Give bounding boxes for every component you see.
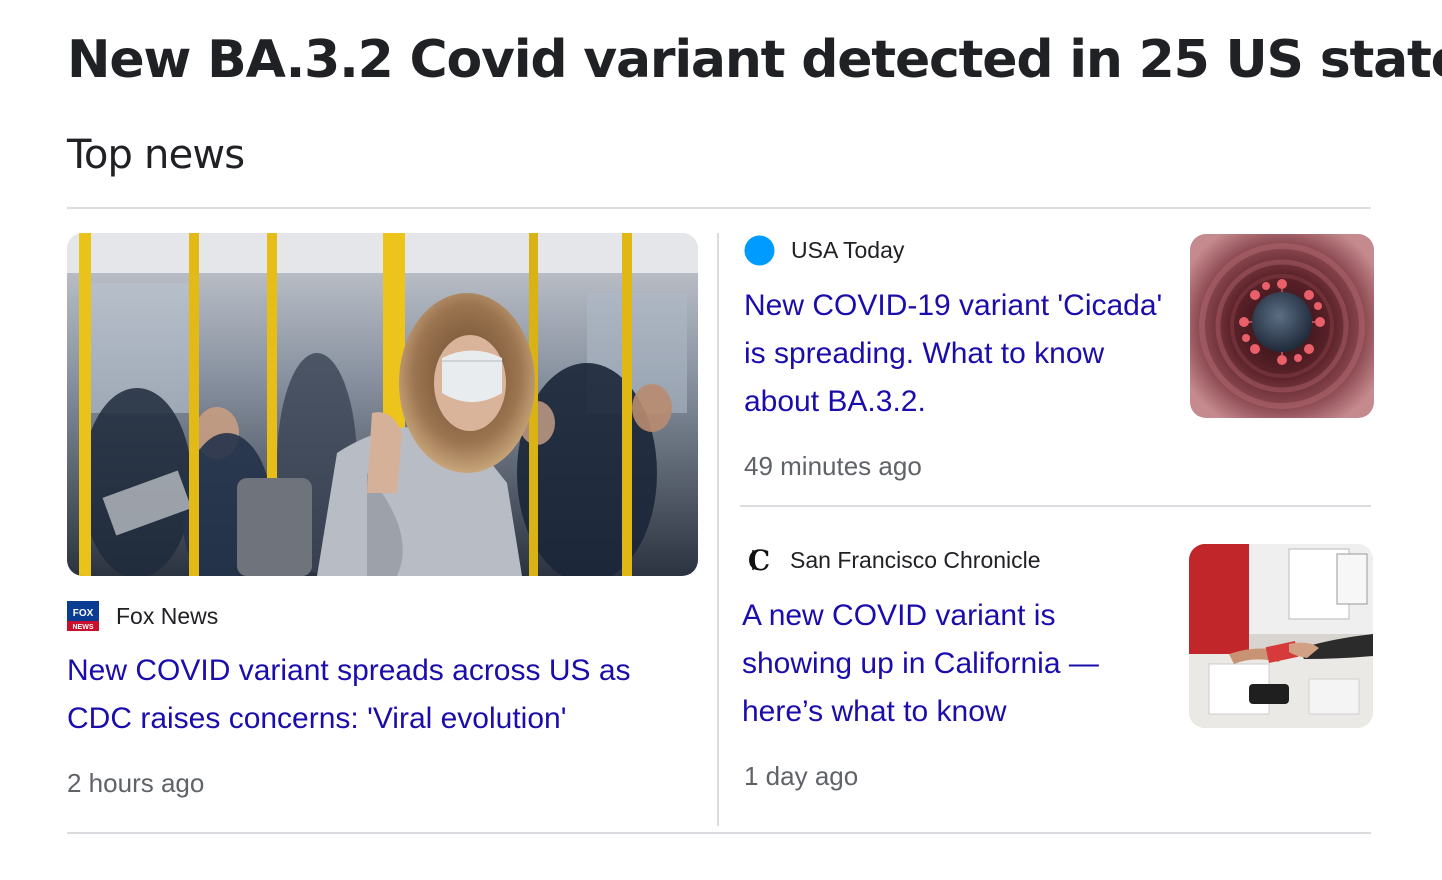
usa-today-blue-dot-icon xyxy=(744,235,775,266)
sf-chronicle-c-logo-icon: C xyxy=(744,544,774,577)
story-thumbnail-coronavirus[interactable] xyxy=(1190,234,1374,418)
svg-text:NEWS: NEWS xyxy=(73,624,94,631)
coronavirus-illustration-image xyxy=(1190,234,1374,418)
story-source-sf-chronicle: C San Francisco Chronicle xyxy=(744,544,1041,577)
story-source-label: USA Today xyxy=(791,237,905,263)
story-thumbnail-covid-test[interactable] xyxy=(1189,544,1373,728)
story-headline-link[interactable]: New COVID variant spreads across US as C… xyxy=(67,647,697,743)
story-timestamp: 1 day ago xyxy=(744,761,859,791)
section-title-top-news: Top news xyxy=(67,132,245,178)
fox-news-logo-icon: FOX NEWS xyxy=(67,601,99,631)
story-source-label: Fox News xyxy=(116,602,219,629)
story-headline-link[interactable]: New COVID-19 variant 'Cicada' is spreadi… xyxy=(744,282,1174,426)
page-title: New BA.3.2 Covid variant detected in 25 … xyxy=(67,30,1442,90)
story-thumbnail-masked-woman-subway[interactable] xyxy=(67,233,698,576)
column-divider xyxy=(717,233,719,826)
svg-text:C: C xyxy=(748,545,770,575)
story-timestamp: 2 hours ago xyxy=(67,768,205,798)
covid-test-photo-image xyxy=(1189,544,1373,728)
story-source-fox-news: FOX NEWS Fox News xyxy=(67,601,218,631)
bottom-divider xyxy=(67,832,1371,834)
story-divider xyxy=(740,505,1371,507)
svg-text:FOX: FOX xyxy=(73,608,94,619)
top-divider xyxy=(67,207,1371,209)
story-source-usa-today: USA Today xyxy=(744,235,904,266)
story-source-label: San Francisco Chronicle xyxy=(790,546,1041,573)
story-timestamp: 49 minutes ago xyxy=(744,451,922,481)
story-headline-link[interactable]: A new COVID variant is showing up in Cal… xyxy=(742,592,1162,736)
subway-photo-image xyxy=(67,233,698,576)
